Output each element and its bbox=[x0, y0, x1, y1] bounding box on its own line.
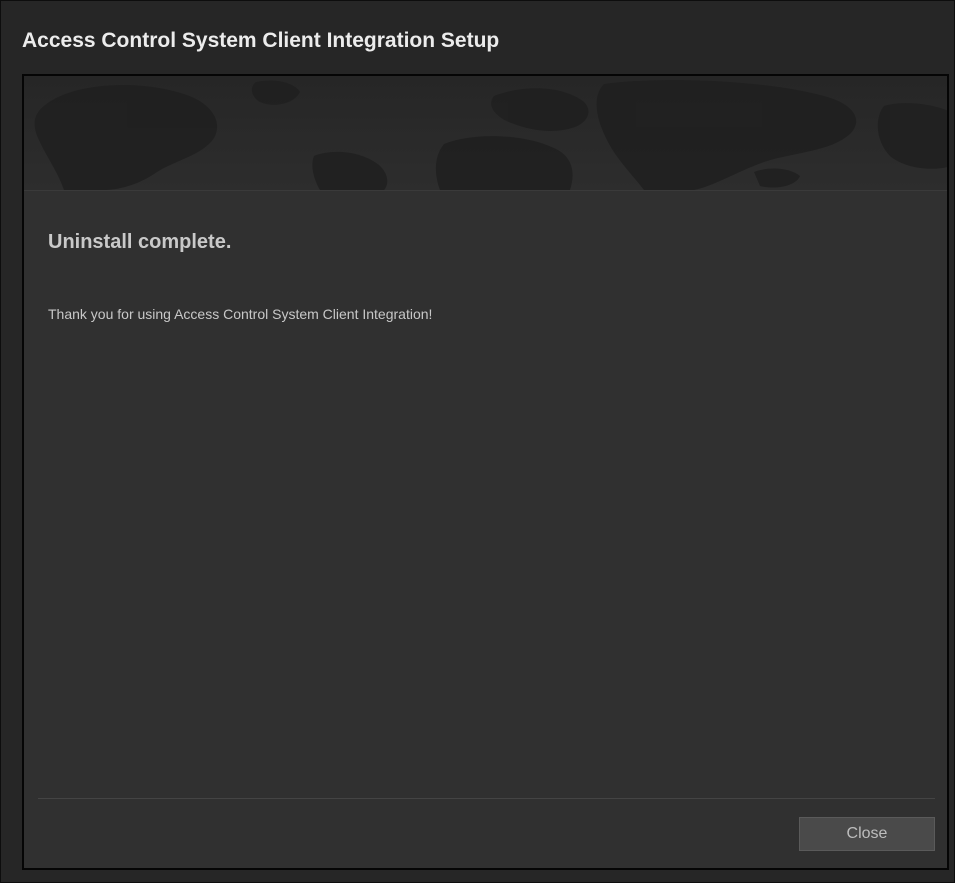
window-title: Access Control System Client Integration… bbox=[22, 29, 500, 52]
close-button[interactable]: Close bbox=[799, 817, 935, 851]
world-map-image bbox=[34, 80, 947, 190]
footer-divider bbox=[38, 798, 935, 799]
thank-you-message: Thank you for using Access Control Syste… bbox=[48, 306, 433, 322]
title-bar: Access Control System Client Integration… bbox=[1, 1, 954, 75]
content-panel: Uninstall complete. Thank you for using … bbox=[22, 74, 949, 870]
status-heading: Uninstall complete. bbox=[48, 231, 232, 253]
setup-window: Access Control System Client Integration… bbox=[0, 0, 955, 883]
world-map-banner bbox=[24, 76, 947, 191]
